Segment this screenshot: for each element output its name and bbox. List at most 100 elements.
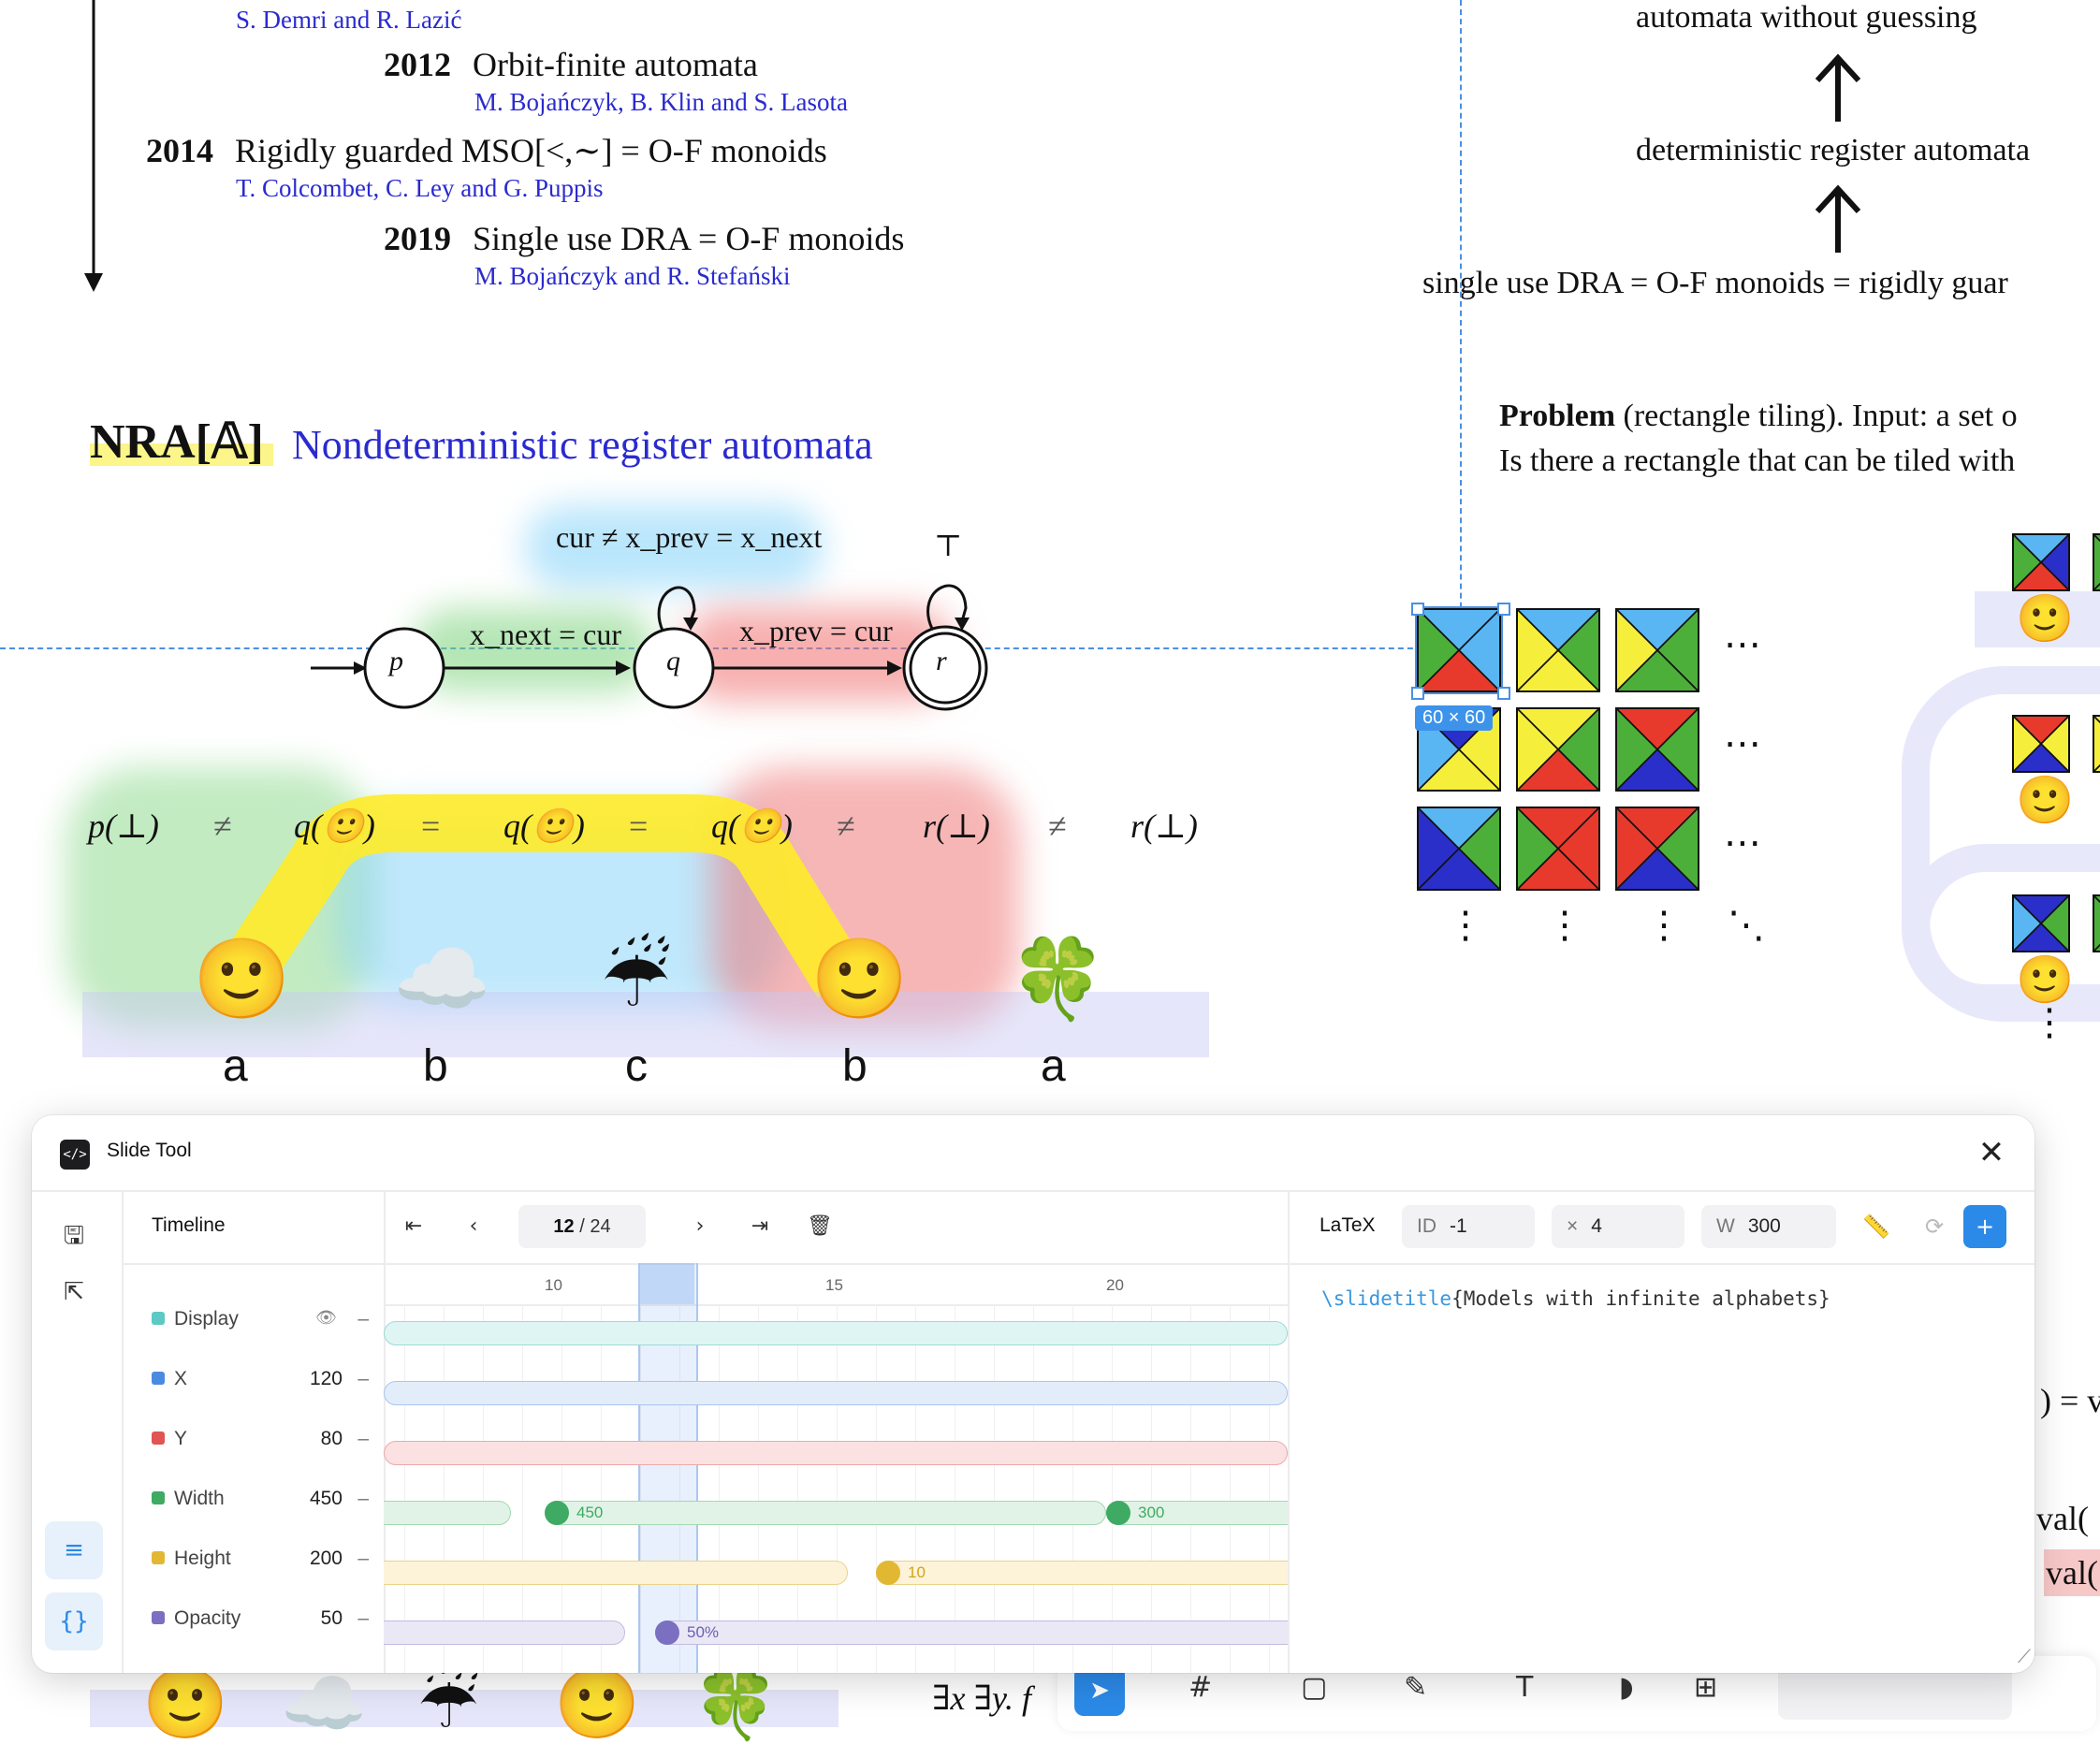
wang-tile[interactable] (1516, 608, 1600, 692)
resize-handle[interactable] (1411, 687, 1424, 700)
page-indicator[interactable]: 12 / 24 (518, 1205, 646, 1248)
resize-handle[interactable] (1497, 603, 1510, 616)
save-icon[interactable]: 🖫 (45, 1207, 103, 1265)
mode-switcher[interactable] (1778, 1665, 2012, 1720)
ellipsis-icon: ⋯ (1724, 722, 1761, 765)
w-field[interactable]: W 300 (1701, 1205, 1836, 1248)
track-value[interactable]: 80 (321, 1428, 343, 1450)
run-relation: = (629, 807, 649, 845)
height-bar[interactable] (876, 1561, 1288, 1585)
ruler-icon[interactable]: 📏 (1855, 1205, 1898, 1248)
track-value[interactable]: 120 (310, 1368, 343, 1390)
text-tool-icon[interactable]: T (1516, 1671, 1533, 1704)
frame-tool-icon[interactable]: # (1189, 1671, 1212, 1704)
refresh-icon[interactable]: ⟳ (1913, 1205, 1956, 1248)
input-letter: b (423, 1041, 448, 1091)
width-bar[interactable] (545, 1501, 1106, 1525)
resize-grip-icon[interactable]: ⟋ (2018, 1645, 2031, 1667)
timeline-toolbar: ⇤ ‹ 12 / 24 › ⇥ 🗑 (384, 1190, 1288, 1265)
wang-tile[interactable] (1615, 707, 1699, 792)
remove-track-icon[interactable]: – (357, 1428, 369, 1450)
x-field[interactable]: × 4 (1552, 1205, 1684, 1248)
track-name: Display (174, 1308, 239, 1330)
run-term: q(🙂) (711, 807, 793, 845)
y-bar[interactable] (384, 1441, 1288, 1465)
eye-icon[interactable]: 👁 (315, 1308, 337, 1328)
external-link-icon[interactable]: ⇱ (45, 1263, 103, 1321)
shape-tool-icon[interactable]: ◗ (1619, 1671, 1634, 1704)
display-bar[interactable] (384, 1321, 1288, 1345)
ellipsis-icon: ⋯ (1724, 623, 1761, 666)
selection-box[interactable] (1415, 606, 1503, 694)
track-color-swatch (152, 1432, 165, 1445)
run-relation: ≠ (837, 807, 855, 845)
pen-tool-icon[interactable]: ✎ (1404, 1671, 1427, 1704)
opacity-keyframe[interactable] (655, 1620, 679, 1645)
grid-line (1112, 1304, 1113, 1673)
track-row-height[interactable]: Height 200– (122, 1529, 384, 1589)
wang-tile[interactable] (1615, 807, 1699, 891)
track-name: X (174, 1368, 188, 1389)
track-row-display[interactable]: Display 👁 – (122, 1289, 384, 1349)
prev-frame-icon[interactable]: ‹ (455, 1207, 492, 1246)
id-field[interactable]: ID -1 (1402, 1205, 1535, 1248)
close-icon[interactable]: ✕ (1973, 1134, 2010, 1171)
first-frame-icon[interactable]: ⇤ (395, 1207, 432, 1246)
resize-handle[interactable] (1411, 603, 1424, 616)
clover-icon: 🍀 (1009, 933, 1107, 1025)
edge-qr-label: x_prev = cur (739, 614, 893, 647)
opacity-bar[interactable] (655, 1620, 1288, 1645)
track-row-x[interactable]: X 120– (122, 1349, 384, 1409)
track-list: Timeline Display 👁 – X 120– Y 80– Width 450– Heig… (122, 1190, 386, 1673)
rectangle-tool-icon[interactable]: ▢ (1301, 1671, 1327, 1704)
width-bar[interactable] (384, 1501, 511, 1525)
wang-tile[interactable] (1516, 707, 1600, 792)
track-value[interactable]: 50 (321, 1607, 343, 1630)
track-value[interactable]: 200 (310, 1548, 343, 1570)
resize-handle[interactable] (1497, 687, 1510, 700)
track-row-y[interactable]: Y 80– (122, 1409, 384, 1469)
last-frame-icon[interactable]: ⇥ (741, 1207, 779, 1246)
remove-track-icon[interactable]: – (357, 1368, 369, 1390)
ellipsis-icon: ⋮ (1546, 904, 1583, 947)
latex-code[interactable]: \slidetitle{Models with infinite alphabe… (1321, 1287, 1830, 1310)
track-row-width[interactable]: Width 450– (122, 1469, 384, 1529)
grid-line (719, 1304, 720, 1673)
code-view-icon[interactable]: {} (45, 1592, 103, 1650)
clover-icon: 🍀 (693, 1664, 780, 1744)
timeline-view-icon[interactable]: ≡ (45, 1521, 103, 1579)
id-key: ID (1417, 1215, 1436, 1237)
page-current: 12 (553, 1216, 575, 1237)
width-bar[interactable] (1106, 1501, 1288, 1525)
width-keyframe[interactable] (545, 1501, 569, 1525)
wang-tile[interactable] (1417, 807, 1501, 891)
remove-track-icon[interactable]: – (357, 1548, 369, 1570)
nra-symbol: NRA[𝔸] (90, 415, 264, 469)
opacity-bar[interactable] (384, 1620, 625, 1645)
next-frame-icon[interactable]: › (681, 1207, 719, 1246)
wang-tile[interactable] (1615, 608, 1699, 692)
remove-track-icon[interactable]: – (357, 1488, 369, 1510)
problem-line-2: Is there a rectangle that can be tiled w… (1499, 443, 2016, 478)
remove-track-icon[interactable]: – (357, 1607, 369, 1630)
x-value: 4 (1591, 1215, 1602, 1237)
remove-track-icon[interactable]: – (357, 1308, 369, 1330)
wang-tile[interactable] (1516, 807, 1600, 891)
track-value[interactable]: 450 (310, 1488, 343, 1510)
problem-line-1: Problem (rectangle tiling). Input: a set… (1499, 399, 2018, 434)
opacity-keyframe-label: 50% (687, 1623, 720, 1641)
grid-line (601, 1304, 602, 1673)
add-button[interactable]: + (1963, 1205, 2006, 1248)
smiley-icon: 🙂 (142, 1664, 229, 1744)
ruler-tick: 10 (545, 1276, 562, 1294)
height-bar[interactable] (384, 1561, 848, 1585)
trash-icon[interactable]: 🗑 (801, 1207, 839, 1246)
grid-line (915, 1304, 916, 1673)
pointer-tool-icon[interactable]: ➤ (1074, 1665, 1125, 1716)
width-keyframe[interactable] (1106, 1501, 1130, 1525)
x-bar[interactable] (384, 1381, 1288, 1405)
panel-sidebar: 🖫 ⇱ ≡ {} (32, 1190, 124, 1673)
track-row-opacity[interactable]: Opacity 50– (122, 1589, 384, 1649)
insert-tool-icon[interactable]: ⊞ (1694, 1671, 1717, 1704)
height-keyframe[interactable] (876, 1561, 900, 1585)
